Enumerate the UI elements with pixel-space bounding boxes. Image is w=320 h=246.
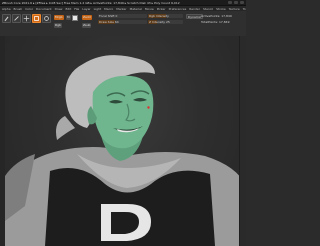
total-points-readout: TotalPoints: 17,849 (201, 20, 230, 24)
menu-item-material[interactable]: Material (130, 7, 142, 11)
menu-item-texture[interactable]: Texture (229, 7, 240, 11)
color-swatch[interactable] (72, 15, 78, 21)
focal-shift-slider[interactable]: Focal Shift 0 (98, 14, 147, 18)
z-intensity-label: Z Intensity 25 (149, 20, 170, 24)
menu-item-light[interactable]: Light (94, 7, 102, 11)
menu-item-movie[interactable]: Movie (145, 7, 154, 11)
maximize-icon[interactable] (234, 1, 238, 4)
draw-size-slider[interactable]: Draw Size 64 (98, 20, 147, 24)
menu-item-render[interactable]: Render (189, 7, 200, 11)
menu-item-edit[interactable]: Edit (65, 7, 71, 11)
mrgb-toggle[interactable]: Mrgb (54, 15, 64, 20)
menu-item-stroke[interactable]: Stroke (216, 7, 226, 11)
sculpt-model (5, 55, 246, 246)
menu-item-marker[interactable]: Marker (116, 7, 126, 11)
scale-button[interactable] (32, 14, 41, 23)
window-controls (228, 1, 244, 4)
close-icon[interactable] (240, 1, 244, 4)
menu-item-alpha[interactable]: Alpha (2, 7, 11, 11)
rgb-toggle[interactable]: Rgb (54, 23, 62, 28)
menu-item-preferences[interactable]: Preferences (169, 7, 187, 11)
tool-bar: Mrgb Rgb M Zadd Zsub Focal Shift 0 Draw … (0, 11, 246, 37)
scale-icon (34, 16, 39, 21)
red-cursor-marker (147, 106, 150, 109)
zbrush-window: ZBrush Core 2021.6 ▸ [ZFiles ▸ 0.08 Sec]… (0, 0, 246, 246)
draw-size-label: Draw Size 64 (99, 20, 119, 24)
focal-shift-label: Focal Shift 0 (99, 14, 118, 18)
active-points-readout: ActivePoints: 17,849 (201, 14, 232, 18)
z-intensity-slider[interactable]: Z Intensity 25 (148, 20, 183, 24)
move-button[interactable] (22, 14, 31, 23)
rgb-intensity-label: Rgb Intensity (149, 14, 169, 18)
edit-button[interactable] (2, 14, 11, 23)
right-tray (239, 36, 246, 246)
m-toggle[interactable]: M (66, 15, 71, 20)
menu-item-brush[interactable]: Brush (14, 7, 23, 11)
menu-item-color[interactable]: Color (25, 7, 33, 11)
brush-icon (4, 16, 9, 22)
menu-item-stencil[interactable]: Stencil (203, 7, 213, 11)
menu-item-layer[interactable]: Layer (82, 7, 90, 11)
chest-emblem (101, 204, 151, 241)
menu-item-file[interactable]: File (74, 7, 79, 11)
menu-item-tool[interactable]: Tool (243, 7, 246, 11)
rgb-intensity-slider[interactable]: Rgb Intensity (148, 14, 183, 18)
window-title: ZBrush Core 2021.6 ▸ [ZFiles ▸ 0.08 Sec]… (2, 0, 180, 5)
minimize-icon[interactable] (228, 1, 232, 4)
zadd-toggle[interactable]: Zadd (82, 15, 92, 20)
hair-lock (56, 116, 75, 140)
document-viewport[interactable] (5, 36, 246, 246)
rotate-icon (44, 16, 49, 21)
pencil-icon (14, 16, 19, 21)
zsub-toggle[interactable]: Zsub (82, 23, 92, 28)
menu-item-macro[interactable]: Macro (104, 7, 113, 11)
move-icon (23, 15, 30, 22)
menu-item-draw[interactable]: Draw (55, 7, 63, 11)
rotate-button[interactable] (42, 14, 51, 23)
draw-button[interactable] (12, 14, 21, 23)
menu-item-document[interactable]: Document (36, 7, 52, 11)
menu-item-picker[interactable]: Picker (157, 7, 166, 11)
